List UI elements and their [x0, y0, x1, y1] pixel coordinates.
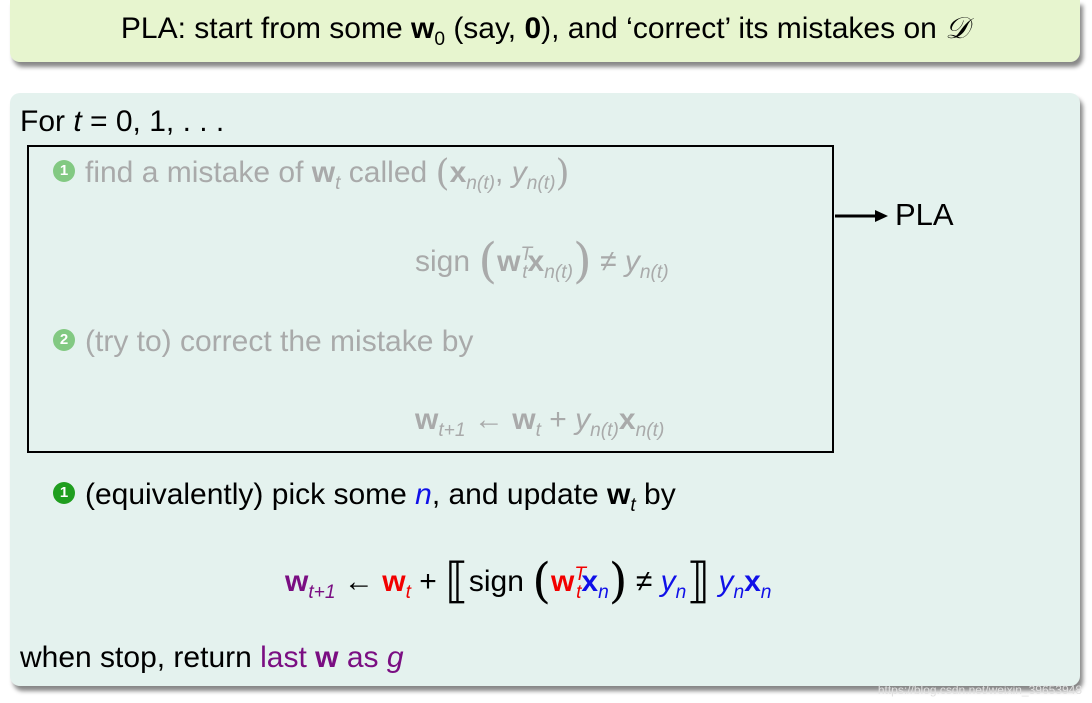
update-w-sub: t+1 — [438, 420, 466, 441]
step1-number: 1 — [53, 160, 75, 183]
main-block: For t = 0, 1, . . . 1 find a mistake of w… — [10, 93, 1080, 686]
sign-x-sub: n(t) — [544, 262, 573, 283]
arrow-right-icon — [835, 210, 888, 222]
final-sign: sign — [468, 565, 533, 598]
update-equation: wt+1 ← wt + yn(t)xn(t) — [415, 403, 664, 442]
final-y-sub: n — [675, 582, 687, 603]
final-y: y — [660, 565, 676, 598]
stop-last: last — [260, 641, 316, 674]
for-rest: = 0, 1, . . . — [81, 105, 225, 138]
final-x2-sub: n — [760, 582, 772, 603]
update-x-sub: n(t) — [635, 420, 665, 441]
equiv-text1: (equivalently) pick some — [85, 478, 416, 511]
final-arrow: ← — [335, 565, 383, 598]
sign-neq: ≠ — [591, 245, 625, 278]
update-arrow: ← — [465, 403, 513, 436]
stop-as: as — [338, 641, 387, 674]
update-w2: w — [512, 403, 536, 436]
equivalently-line: 1 (equivalently) pick some n, and update … — [53, 478, 676, 517]
for-line: For t = 0, 1, . . . — [20, 105, 224, 139]
final-x: x — [581, 565, 599, 598]
step1-y: y — [511, 156, 527, 189]
final-lbracket: ⟦ — [445, 553, 469, 609]
update-y-sub: n(t) — [590, 420, 619, 441]
step2-line: 2 (try to) correct the mistake by — [53, 325, 473, 359]
final-rbracket: ⟧ — [686, 553, 711, 609]
sign-y-sub: n(t) — [639, 262, 669, 283]
pla-label: PLA — [895, 197, 954, 232]
title-mid2: ), and ‘correct’ its mistakes on — [541, 12, 946, 45]
final-equation: wt+1 ← wt + ⟦sign (wTtxn) ≠ yn⟧ ynxn — [285, 553, 771, 609]
step1-called: called — [340, 156, 436, 189]
step1-w: w — [311, 156, 336, 189]
stop-text1: when stop, return — [20, 641, 261, 674]
sign-word: sign — [415, 245, 479, 278]
equiv-text3: by — [635, 478, 676, 511]
step2-number: 2 — [53, 329, 75, 352]
title-prefix: PLA: start from some — [120, 12, 411, 45]
equiv-number: 1 — [53, 482, 75, 505]
step1-x-sub: n(t) — [466, 173, 496, 194]
sign-rparen: ) — [573, 233, 592, 289]
final-y2: y — [718, 565, 734, 598]
update-w: w — [415, 403, 439, 436]
title-mid1: (say, — [444, 12, 525, 45]
step1-y-sub: n(t) — [526, 173, 556, 194]
step1-x: x — [449, 156, 467, 189]
stop-line: when stop, return last w as g — [20, 641, 404, 675]
final-x2: x — [744, 565, 761, 598]
step1-lparen: ( — [435, 153, 450, 194]
sign-lparen: ( — [478, 233, 498, 289]
for-prefix: For — [20, 105, 74, 138]
stop-w: w — [315, 641, 339, 674]
stop-g: g — [386, 641, 404, 674]
for-var: t — [73, 105, 82, 138]
final-w2: w — [382, 565, 406, 598]
final-y2-sub: n — [733, 582, 745, 603]
final-w-sub: t+1 — [308, 582, 336, 603]
step1-comma: , — [495, 156, 512, 189]
sign-equation: sign (wTtxn(t)) ≠ yn(t) — [415, 233, 669, 289]
equiv-text2: , and update — [431, 478, 607, 511]
title-zero: 0 — [524, 12, 542, 45]
title-D: 𝒟 — [945, 11, 970, 46]
step1-text: find a mistake of — [85, 156, 312, 189]
final-rparen: ) — [608, 553, 628, 609]
title-w: w — [410, 12, 435, 45]
title-w-sub: 0 — [434, 29, 445, 50]
update-plus: + — [540, 403, 576, 436]
step2-text: (try to) correct the mistake by — [85, 325, 474, 358]
final-neq: ≠ — [627, 565, 661, 598]
update-x: x — [618, 403, 636, 436]
final-x-sub: n — [598, 582, 609, 603]
equiv-n: n — [415, 478, 432, 511]
watermark: https://blog.csdn.net/weixin_39653948 — [877, 683, 1082, 697]
final-w: w — [285, 565, 309, 598]
final-plus: + — [410, 565, 446, 598]
step1-line: 1 find a mistake of wt called (xn(t), yn(… — [53, 153, 570, 195]
final-lparen: ( — [532, 553, 551, 609]
sign-w: w — [497, 245, 521, 278]
title-text: PLA: start from some w0 (say, 0), and ‘c… — [121, 11, 969, 51]
update-y: y — [575, 403, 591, 436]
title-banner: PLA: start from some w0 (say, 0), and ‘c… — [10, 0, 1080, 62]
step1-rparen: ) — [555, 153, 570, 194]
sign-y: y — [624, 245, 640, 278]
sign-x: x — [527, 245, 545, 278]
equiv-w: w — [606, 478, 631, 511]
final-w3: w — [551, 565, 575, 598]
